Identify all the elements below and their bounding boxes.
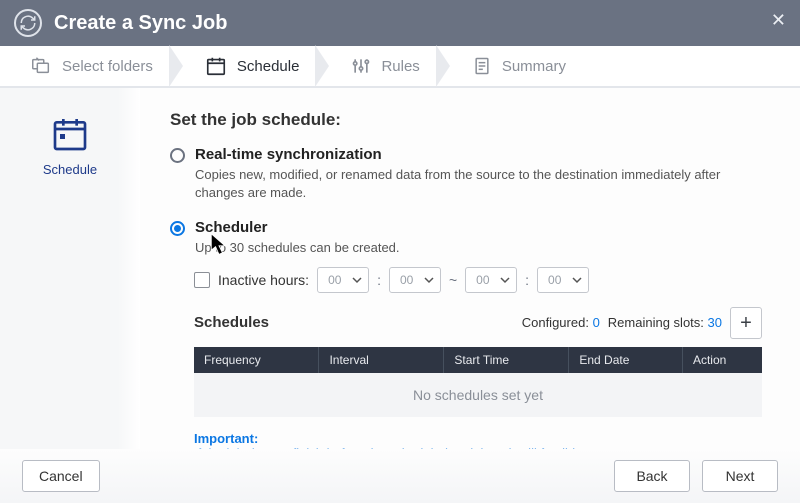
time-colon: : <box>377 272 381 288</box>
side-nav-schedule: Schedule <box>0 88 140 449</box>
option-scheduler-desc: Up to 30 schedules can be created. <box>195 239 400 257</box>
time-colon: : <box>525 272 529 288</box>
important-label: Important: <box>194 431 762 446</box>
inactive-end-hour-select[interactable]: 00 <box>465 267 517 293</box>
step-summary[interactable]: Summary <box>456 46 582 86</box>
col-interval: Interval <box>319 347 444 373</box>
calendar-icon <box>48 112 92 156</box>
wizard-steps: Select folders Schedule Rules Summary <box>0 46 800 88</box>
schedules-table: Frequency Interval Start Time End Date A… <box>194 347 762 417</box>
remaining-label: Remaining slots: <box>608 315 704 330</box>
step-label: Select folders <box>62 58 153 75</box>
schedules-label: Schedules <box>194 314 269 331</box>
inactive-hours-label: Inactive hours: <box>218 272 309 288</box>
configured-label: Configured: <box>522 315 589 330</box>
chevron-down-icon <box>424 275 434 285</box>
configured-count: 0 <box>593 315 600 330</box>
inactive-end-min-select[interactable]: 00 <box>537 267 589 293</box>
table-header-row: Frequency Interval Start Time End Date A… <box>194 347 762 373</box>
side-label: Schedule <box>43 162 97 177</box>
dialog-title: Create a Sync Job <box>54 12 227 35</box>
empty-message: No schedules set yet <box>194 373 762 417</box>
col-action: Action <box>682 347 762 373</box>
cancel-button[interactable]: Cancel <box>22 460 100 492</box>
radio-scheduler[interactable] <box>170 221 185 236</box>
step-label: Schedule <box>237 58 300 75</box>
col-frequency: Frequency <box>194 347 319 373</box>
option-scheduler-title: Scheduler <box>195 219 400 236</box>
col-start-time: Start Time <box>444 347 569 373</box>
step-rules[interactable]: Rules <box>335 46 435 86</box>
chevron-icon <box>169 45 183 87</box>
option-realtime-title: Real-time synchronization <box>195 146 762 163</box>
option-realtime-desc: Copies new, modified, or renamed data fr… <box>195 166 762 201</box>
remaining-count: 30 <box>708 315 722 330</box>
back-button[interactable]: Back <box>614 460 690 492</box>
chevron-icon <box>436 45 450 87</box>
step-select-folders[interactable]: Select folders <box>14 46 169 86</box>
titlebar: Create a Sync Job ✕ <box>0 0 800 46</box>
chevron-down-icon <box>500 275 510 285</box>
inactive-start-hour-select[interactable]: 00 <box>317 267 369 293</box>
table-empty-row: No schedules set yet <box>194 373 762 417</box>
chevron-icon <box>315 45 329 87</box>
radio-realtime[interactable] <box>170 148 185 163</box>
step-label: Summary <box>502 58 566 75</box>
step-schedule[interactable]: Schedule <box>189 46 316 86</box>
step-label: Rules <box>381 58 419 75</box>
chevron-down-icon <box>572 275 582 285</box>
inactive-start-min-select[interactable]: 00 <box>389 267 441 293</box>
time-range-tilde: ~ <box>449 272 457 288</box>
close-button[interactable]: ✕ <box>771 10 786 31</box>
next-button[interactable]: Next <box>702 460 778 492</box>
col-end-date: End Date <box>569 347 683 373</box>
chevron-down-icon <box>352 275 362 285</box>
panel-heading: Set the job schedule: <box>170 110 762 130</box>
dialog-footer: Cancel Back Next <box>0 449 800 503</box>
sync-logo-icon <box>14 9 42 37</box>
content-panel: Set the job schedule: Real-time synchron… <box>140 88 800 449</box>
inactive-hours-checkbox[interactable] <box>194 272 210 288</box>
add-schedule-button[interactable]: + <box>730 307 762 339</box>
